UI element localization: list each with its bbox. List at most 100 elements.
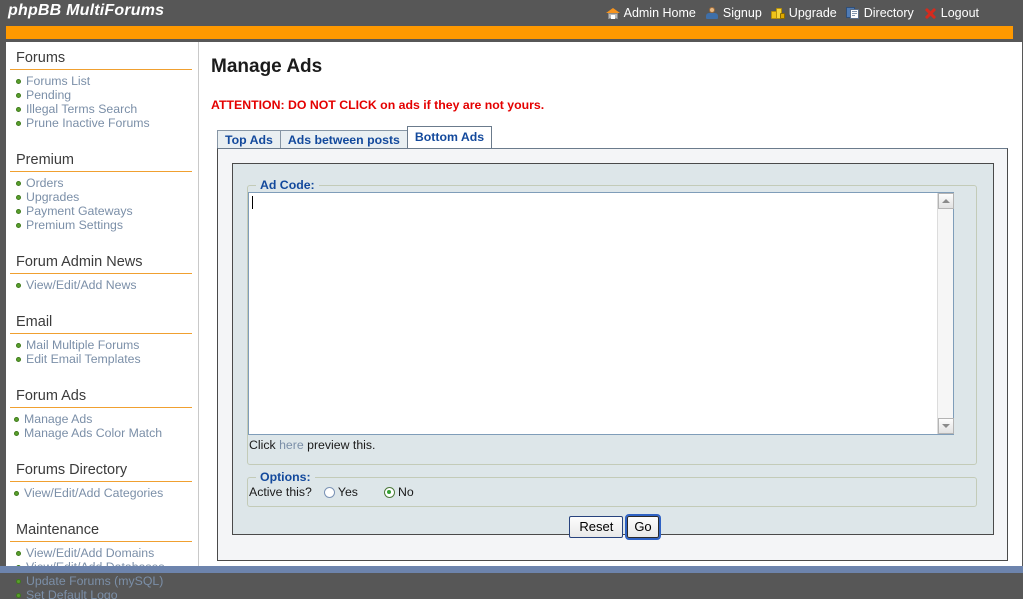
sidebar-section-forums-title: Forums <box>10 48 192 70</box>
sidebar-item-orders[interactable]: Orders <box>6 176 198 191</box>
radio-active-yes-label: Yes <box>337 485 358 499</box>
sidebar-item-label: View/Edit/Add News <box>26 278 137 292</box>
sidebar-section-forums-list: Forums List Pending Illegal Terms Search… <box>6 74 198 137</box>
sidebar-section-forum-ads-list: Manage Ads Manage Ads Color Match <box>6 412 198 447</box>
document-icon <box>845 6 860 20</box>
sidebar-item-set-default-logo[interactable]: Set Default Logo <box>6 588 198 599</box>
tab-bottom-ads[interactable]: Bottom Ads <box>406 126 493 148</box>
sidebar-item-pending[interactable]: Pending <box>6 88 198 103</box>
app-root: phpBB MultiForums Admin Home Signup Upgr… <box>0 0 1023 599</box>
preview-hint: Click here preview this. <box>249 438 976 452</box>
tab-top-ads[interactable]: Top Ads <box>217 130 281 148</box>
bullet-icon <box>14 491 19 497</box>
bullet-icon <box>16 107 21 113</box>
sidebar-item-label: Prune Inactive Forums <box>26 116 150 130</box>
textarea-scrollbar[interactable] <box>937 193 954 434</box>
go-button[interactable]: Go <box>625 514 661 540</box>
nav-signup[interactable]: Signup <box>705 6 762 20</box>
close-x-icon <box>923 6 937 20</box>
sidebar-item-manage-ads[interactable]: Manage Ads <box>6 412 198 427</box>
top-header-bar: phpBB MultiForums Admin Home Signup Upgr… <box>0 0 1023 25</box>
nav-directory-label: Directory <box>863 5 914 20</box>
reset-button[interactable]: Reset <box>569 516 624 538</box>
sidebar-item-label: Pending <box>26 88 72 102</box>
nav-signup-label: Signup <box>722 5 762 20</box>
bullet-icon <box>16 181 21 187</box>
bullet-icon <box>16 283 21 289</box>
sidebar-item-label: Premium Settings <box>26 218 124 232</box>
scroll-up-arrow-icon[interactable] <box>938 193 954 209</box>
sidebar-section-premium-list: Orders Upgrades Payment Gateways Premium… <box>6 176 198 239</box>
sidebar-item-payment-gateways[interactable]: Payment Gateways <box>6 204 198 219</box>
sidebar-item-label: Manage Ads <box>24 412 93 426</box>
options-legend: Options: <box>260 470 311 484</box>
sidebar-item-illegal-terms-search[interactable]: Illegal Terms Search <box>6 102 198 117</box>
sidebar-section-premium-title: Premium <box>10 150 192 172</box>
sidebar-item-label: Orders <box>26 176 64 190</box>
ad-code-textarea-wrap <box>248 192 954 435</box>
ad-form-container: Ad Code: Click here preview this. Option… <box>232 163 995 540</box>
nav-admin-home[interactable]: Admin Home <box>605 5 696 20</box>
sidebar-item-label: View/Edit/Add Categories <box>24 486 164 500</box>
bullet-icon <box>16 593 21 599</box>
ad-code-input[interactable] <box>248 192 954 435</box>
sidebar-item-label: Update Forums (mySQL) <box>26 574 164 588</box>
sidebar-item-label: Forums List <box>26 74 91 88</box>
bullet-icon <box>16 343 21 349</box>
attention-notice: ATTENTION: DO NOT CLICK on ads if they a… <box>211 98 545 112</box>
top-navigation: Admin Home Signup Upgrade Directory Logo… <box>605 3 979 22</box>
sidebar-item-update-forums-mysql[interactable]: Update Forums (mySQL) <box>6 574 198 589</box>
radio-active-yes[interactable] <box>323 486 335 498</box>
nav-upgrade[interactable]: Upgrade <box>770 5 837 20</box>
bullet-icon <box>16 357 21 363</box>
sidebar-item-label: Upgrades <box>26 190 80 204</box>
sidebar-item-label: Payment Gateways <box>26 204 133 218</box>
sidebar-item-mail-multiple-forums[interactable]: Mail Multiple Forums <box>6 338 198 353</box>
sidebar-item-premium-settings[interactable]: Premium Settings <box>6 218 198 233</box>
active-radio-group: Active this? Yes No <box>249 485 976 499</box>
bullet-icon <box>16 209 21 215</box>
sidebar-section-forum-admin-news-list: View/Edit/Add News <box>6 278 198 299</box>
sidebar-item-view-edit-add-news[interactable]: View/Edit/Add News <box>6 278 198 293</box>
radio-active-no-label: No <box>397 485 414 499</box>
accent-divider <box>6 26 1013 39</box>
sidebar-item-prune-inactive-forums[interactable]: Prune Inactive Forums <box>6 116 198 131</box>
main-content: Manage Ads ATTENTION: DO NOT CLICK on ad… <box>199 42 1022 566</box>
home-icon <box>605 6 620 20</box>
sidebar-section-maintenance-list: View/Edit/Add Domains View/Edit/Add Data… <box>6 546 198 599</box>
nav-logout-label: Logout <box>940 5 979 20</box>
sidebar-section-forum-admin-news-title: Forum Admin News <box>10 252 192 274</box>
sidebar-section-email-title: Email <box>10 312 192 334</box>
form-actions: Reset Go <box>233 514 995 540</box>
sidebar-item-label: Manage Ads Color Match <box>24 426 163 440</box>
sidebar-section-email-list: Mail Multiple Forums Edit Email Template… <box>6 338 198 373</box>
sidebar-item-view-edit-add-categories[interactable]: View/Edit/Add Categories <box>6 486 198 501</box>
sidebar-item-label: Edit Email Templates <box>26 352 141 366</box>
sidebar-item-manage-ads-color-match[interactable]: Manage Ads Color Match <box>6 426 198 441</box>
sidebar-item-edit-email-templates[interactable]: Edit Email Templates <box>6 352 198 367</box>
ad-code-legend: Ad Code: <box>260 178 315 192</box>
sidebar-item-label: Mail Multiple Forums <box>26 338 140 352</box>
sidebar-item-forums-list[interactable]: Forums List <box>6 74 198 89</box>
radio-active-no[interactable] <box>383 486 395 498</box>
sidebar-item-upgrades[interactable]: Upgrades <box>6 190 198 205</box>
sidebar-item-label: Set Default Logo <box>26 588 118 599</box>
preview-suffix: preview this. <box>307 438 376 452</box>
bullet-icon <box>16 195 21 201</box>
sidebar-section-maintenance-title: Maintenance <box>10 520 192 542</box>
sidebar-item-view-edit-add-domains[interactable]: View/Edit/Add Domains <box>6 546 198 561</box>
text-caret <box>252 196 253 209</box>
preview-link[interactable]: here <box>279 438 304 452</box>
nav-directory[interactable]: Directory <box>845 5 914 20</box>
tab-ads-between-posts[interactable]: Ads between posts <box>279 130 408 148</box>
nav-upgrade-label: Upgrade <box>788 5 837 20</box>
sidebar: Forums Forums List Pending Illegal Terms… <box>6 42 199 599</box>
nav-logout[interactable]: Logout <box>923 6 979 20</box>
content-shell: Forums Forums List Pending Illegal Terms… <box>6 42 1022 599</box>
nav-admin-home-label: Admin Home <box>623 5 696 20</box>
scroll-down-arrow-icon[interactable] <box>938 418 954 434</box>
tab-bar: Top Ads Ads between posts Bottom Ads <box>217 126 1008 148</box>
tab-panel-bottom-ads: Ad Code: Click here preview this. Option… <box>217 148 1008 561</box>
sidebar-section-forum-ads-title: Forum Ads <box>10 386 192 408</box>
app-brand-title: phpBB MultiForums <box>8 2 165 19</box>
